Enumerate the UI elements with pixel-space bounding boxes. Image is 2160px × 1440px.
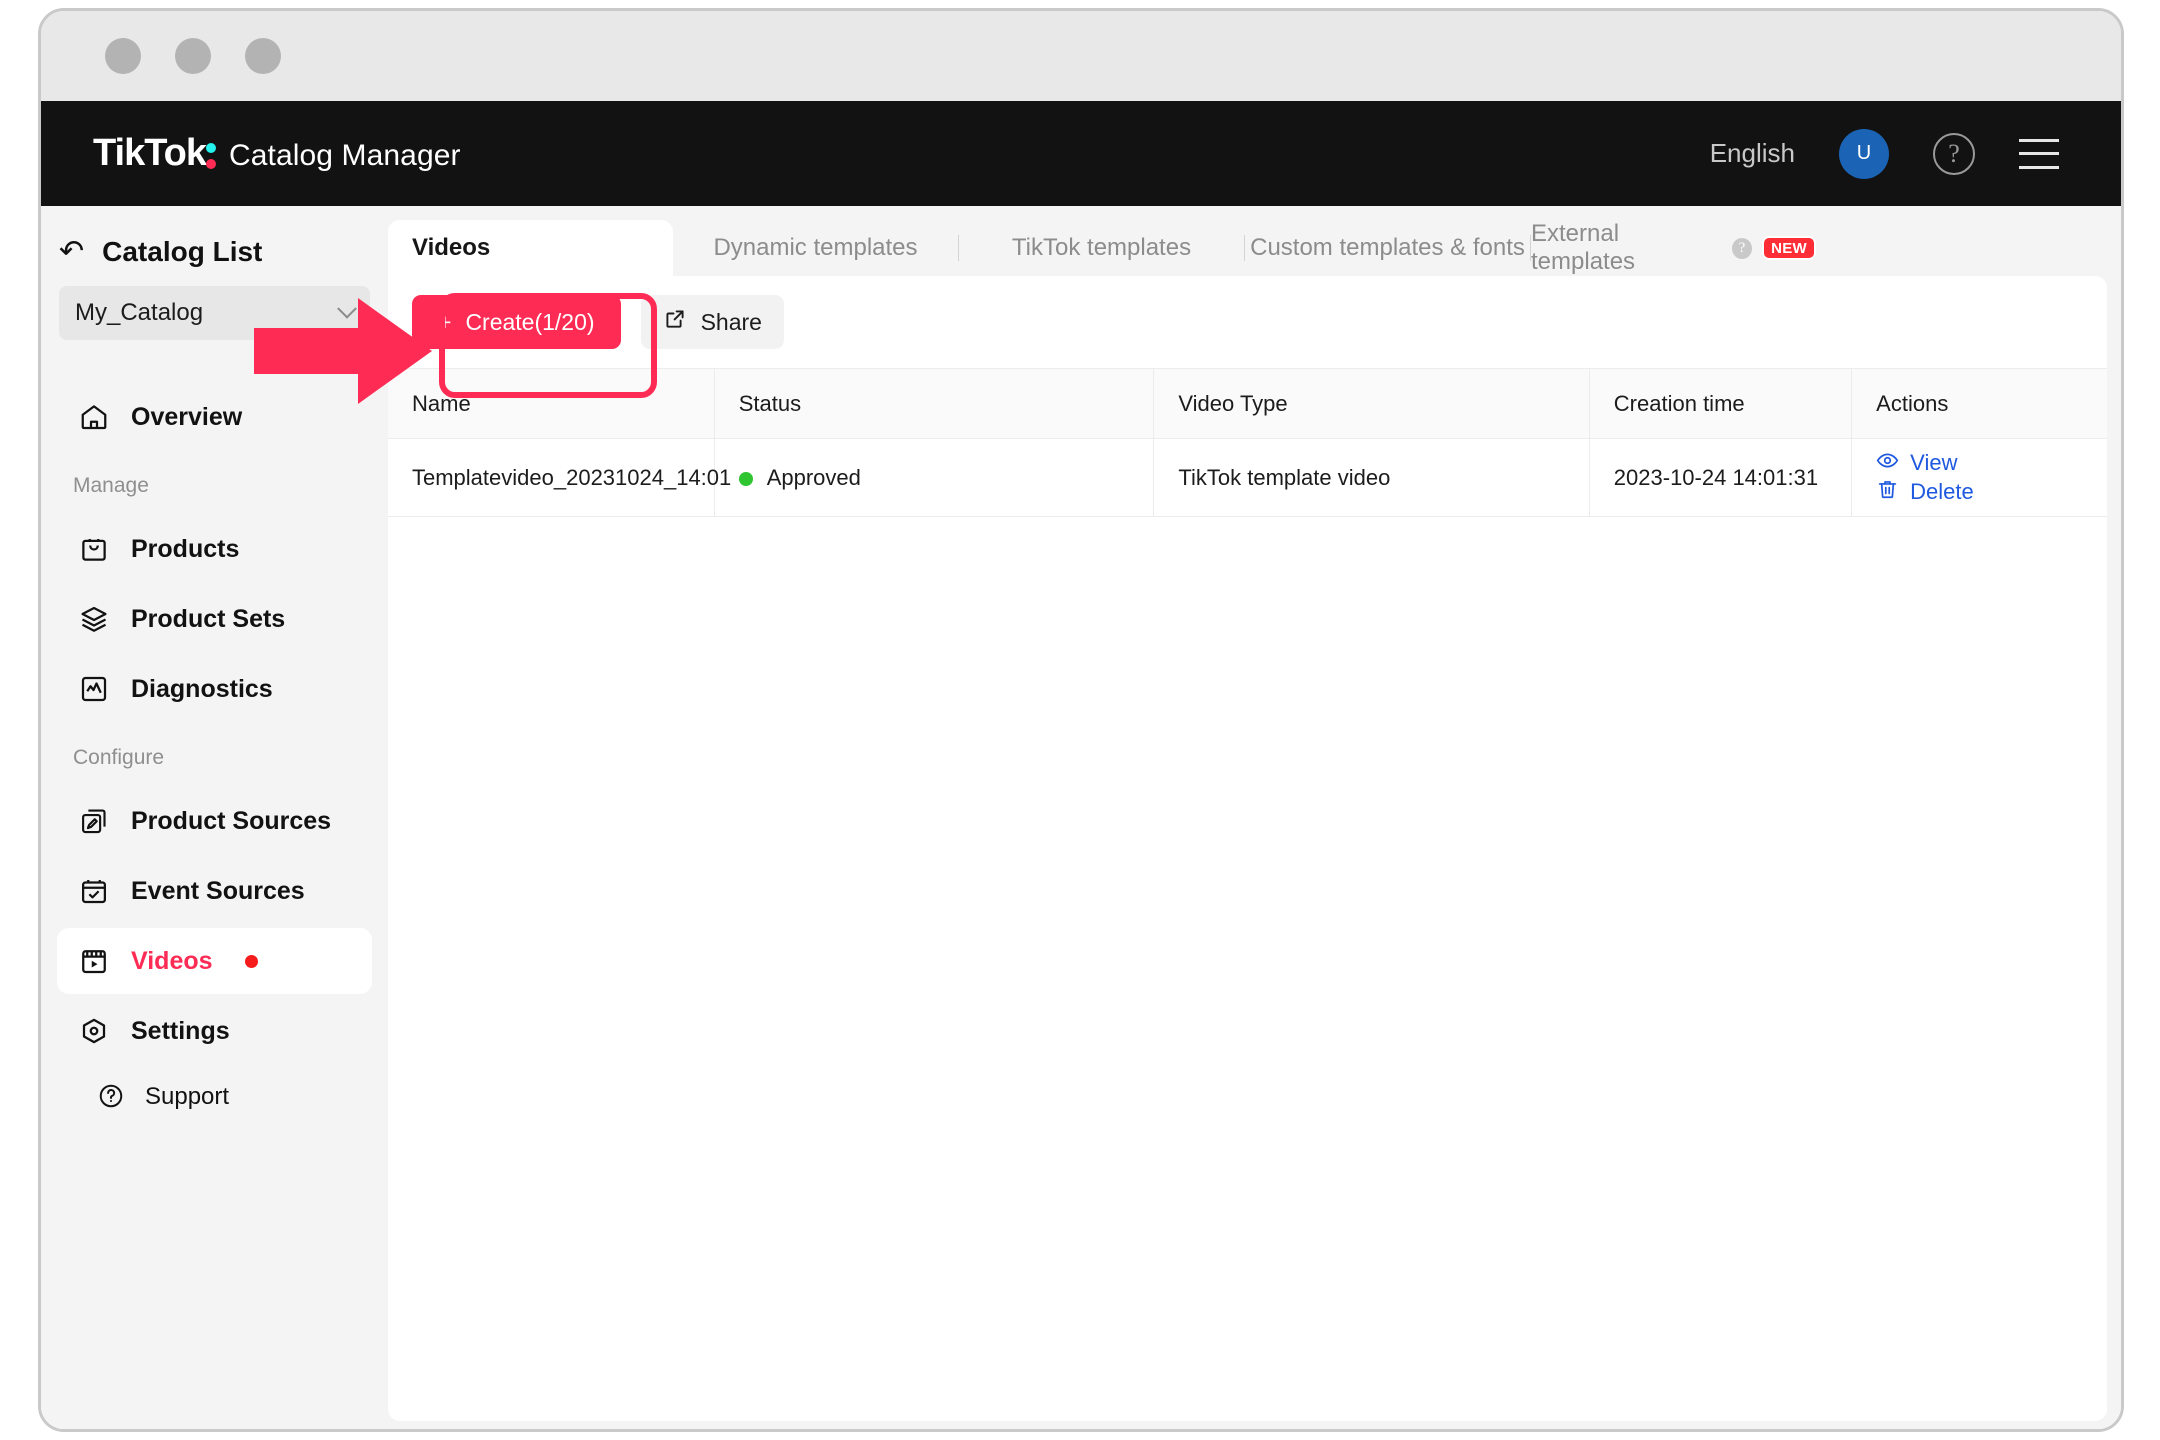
cell-actions: View xyxy=(1852,439,2107,517)
brand-logo[interactable]: TikTok Catalog Manager xyxy=(93,132,461,175)
sidebar-item-label: Diagnostics xyxy=(131,675,273,704)
home-icon xyxy=(79,402,109,432)
status-dot-icon xyxy=(739,472,753,486)
column-header-creation-time[interactable]: Creation time xyxy=(1589,369,1851,439)
trash-icon xyxy=(1876,478,1899,507)
avatar[interactable]: U xyxy=(1839,129,1889,179)
catalog-selector-value: My_Catalog xyxy=(75,299,203,327)
window-minimize-button[interactable] xyxy=(175,38,211,74)
hamburger-menu-icon xyxy=(2019,139,2059,169)
header-controls: English U ? xyxy=(1710,129,2059,179)
external-link-icon xyxy=(663,307,687,337)
view-action-link[interactable]: View xyxy=(1876,449,1957,478)
layers-icon xyxy=(79,604,109,634)
shopping-bag-icon xyxy=(79,534,109,564)
videos-table: Name Status Video Type Creation time Act… xyxy=(388,368,2107,517)
sidebar-item-diagnostics[interactable]: Diagnostics xyxy=(57,656,372,722)
tab-videos[interactable]: Videos xyxy=(388,220,673,276)
diagnostics-chart-icon xyxy=(79,674,109,704)
back-arrow-icon: ↷ xyxy=(59,237,84,267)
tab-label: Custom templates & fonts xyxy=(1250,234,1525,262)
sidebar-item-label: Products xyxy=(131,535,239,564)
tab-bar: Videos Dynamic templates TikTok template… xyxy=(388,220,2107,276)
plus-icon: + xyxy=(438,309,451,336)
delete-action-link[interactable]: Delete xyxy=(1876,478,1974,507)
chevron-down-icon xyxy=(337,299,357,319)
catalog-list-label: Catalog List xyxy=(102,236,262,268)
cell-video-type: TikTok template video xyxy=(1154,439,1589,517)
sidebar: ↷ Catalog List My_Catalog Overview xyxy=(41,206,388,1432)
videos-panel: + Create(1/20) Share xyxy=(388,276,2107,1421)
tab-custom-templates-fonts[interactable]: Custom templates & fonts xyxy=(1245,220,1530,276)
create-button[interactable]: + Create(1/20) xyxy=(412,295,621,349)
sidebar-item-label: Videos xyxy=(131,947,213,976)
video-frame-icon xyxy=(79,946,109,976)
column-header-actions: Actions xyxy=(1852,369,2107,439)
sidebar-item-overview[interactable]: Overview xyxy=(57,384,372,450)
sidebar-item-label: Settings xyxy=(131,1017,230,1046)
window-titlebar xyxy=(41,11,2121,101)
app-body: ↷ Catalog List My_Catalog Overview xyxy=(41,206,2121,1432)
tab-label: TikTok templates xyxy=(1012,234,1191,262)
cell-status: Approved xyxy=(714,439,1154,517)
sidebar-item-label: Product Sources xyxy=(131,807,331,836)
tab-label: External templates xyxy=(1531,220,1722,276)
share-button-label: Share xyxy=(701,309,762,336)
tab-label: Videos xyxy=(412,234,490,262)
sidebar-item-product-sets[interactable]: Product Sets xyxy=(57,586,372,652)
create-button-label: Create(1/20) xyxy=(465,309,594,336)
column-header-status[interactable]: Status xyxy=(714,369,1154,439)
sidebar-item-label: Product Sets xyxy=(131,605,285,634)
sidebar-item-support[interactable]: Support xyxy=(57,1068,372,1126)
tab-tiktok-templates[interactable]: TikTok templates xyxy=(959,220,1244,276)
question-mark-icon[interactable]: ? xyxy=(1732,238,1752,259)
menu-button[interactable] xyxy=(2019,139,2059,169)
app-title: Catalog Manager xyxy=(229,139,461,173)
settings-hexagon-icon xyxy=(79,1016,109,1046)
sidebar-item-products[interactable]: Products xyxy=(57,516,372,582)
table-header-row: Name Status Video Type Creation time Act… xyxy=(388,369,2107,439)
app-header: TikTok Catalog Manager English U ? xyxy=(41,101,2121,206)
language-selector[interactable]: English xyxy=(1710,138,1795,169)
view-action-label: View xyxy=(1910,450,1957,476)
sidebar-section-configure: Configure xyxy=(41,726,388,784)
sidebar-item-label: Support xyxy=(145,1083,229,1111)
window-close-button[interactable] xyxy=(105,38,141,74)
question-circle-icon xyxy=(97,1082,127,1112)
window-maximize-button[interactable] xyxy=(245,38,281,74)
new-badge: NEW xyxy=(1762,236,1816,260)
help-button[interactable]: ? xyxy=(1933,133,1975,175)
column-header-video-type[interactable]: Video Type xyxy=(1154,369,1589,439)
sidebar-item-label: Overview xyxy=(131,403,242,432)
question-mark-circle-icon: ? xyxy=(1933,133,1975,175)
tiktok-colon-icon xyxy=(206,135,219,165)
cell-name: Templatevideo_20231024_14:01 xyxy=(388,439,714,517)
sidebar-item-settings[interactable]: Settings xyxy=(57,998,372,1064)
product-sources-icon xyxy=(79,806,109,836)
panel-toolbar: + Create(1/20) Share xyxy=(388,276,2107,368)
cell-creation-time: 2023-10-24 14:01:31 xyxy=(1589,439,1851,517)
delete-action-label: Delete xyxy=(1910,479,1974,505)
sidebar-item-videos[interactable]: Videos xyxy=(57,928,372,994)
share-button[interactable]: Share xyxy=(641,295,784,349)
calendar-check-icon xyxy=(79,876,109,906)
main-content: Videos Dynamic templates TikTok template… xyxy=(388,206,2121,1432)
sidebar-item-product-sources[interactable]: Product Sources xyxy=(57,788,372,854)
tab-external-templates[interactable]: External templates ? NEW xyxy=(1531,220,1816,276)
sidebar-item-label: Event Sources xyxy=(131,877,305,906)
column-header-name[interactable]: Name xyxy=(388,369,714,439)
eye-icon xyxy=(1876,449,1899,478)
sidebar-nav: Overview Manage Products xyxy=(41,384,388,1126)
browser-window: TikTok Catalog Manager English U ? ↷ Cat… xyxy=(38,8,2124,1432)
breadcrumb-catalog-list[interactable]: ↷ Catalog List xyxy=(41,226,388,286)
videos-notification-badge xyxy=(245,955,258,968)
catalog-selector[interactable]: My_Catalog xyxy=(59,286,370,340)
tab-label: Dynamic templates xyxy=(713,234,917,262)
tab-dynamic-templates[interactable]: Dynamic templates xyxy=(673,220,958,276)
table-row: Templatevideo_20231024_14:01 Approved Ti… xyxy=(388,439,2107,517)
status-badge: Approved xyxy=(767,465,861,490)
tiktok-wordmark: TikTok xyxy=(93,132,219,175)
sidebar-section-manage: Manage xyxy=(41,454,388,512)
sidebar-item-event-sources[interactable]: Event Sources xyxy=(57,858,372,924)
